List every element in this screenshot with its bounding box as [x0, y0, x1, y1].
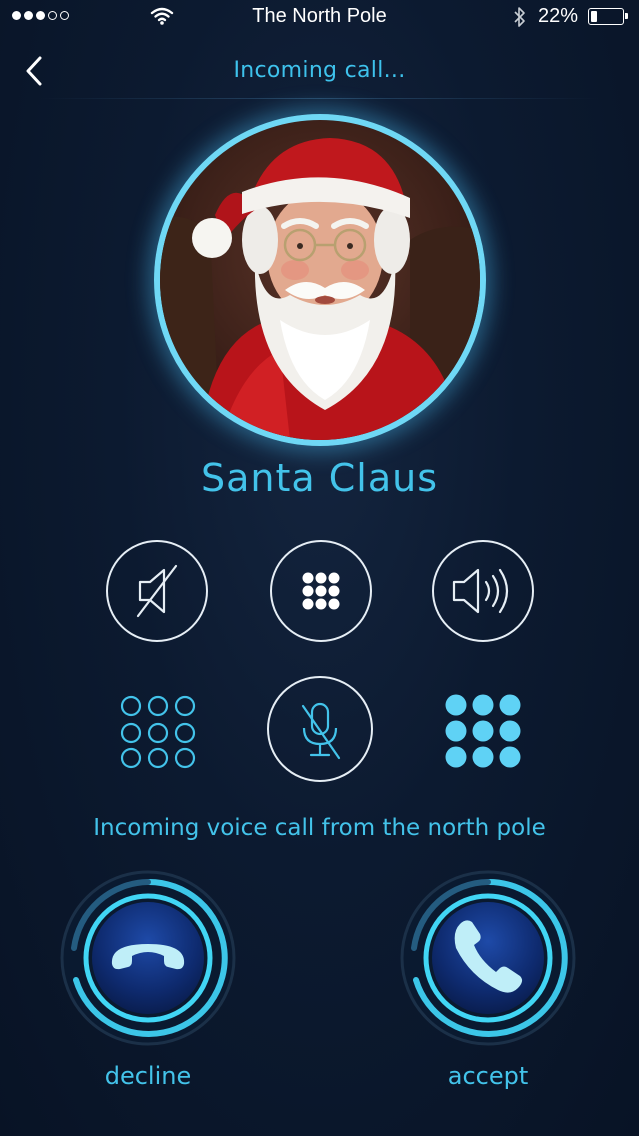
mute-speaker-button[interactable]	[106, 540, 208, 642]
bluetooth-icon	[514, 7, 525, 27]
mute-mic-icon	[301, 702, 341, 760]
decline-icon	[60, 870, 236, 1046]
mute-mic-button[interactable]	[267, 676, 373, 782]
page-title: Incoming call...	[233, 58, 406, 83]
speaker-icon	[452, 568, 509, 614]
accept-icon	[400, 870, 576, 1046]
keypad-outline-button[interactable]	[117, 692, 199, 774]
accept-label: accept	[447, 1062, 529, 1090]
decline-button[interactable]	[60, 870, 236, 1046]
keypad-filled-button[interactable]	[443, 692, 525, 774]
status-bar: The North Pole 22%	[0, 0, 639, 36]
caller-name: Santa Claus	[200, 456, 438, 500]
keypad-icon	[302, 572, 340, 610]
santa-claus-photo	[160, 138, 480, 440]
decline-label: decline	[104, 1062, 192, 1090]
nav-bar: Incoming call...	[0, 40, 639, 100]
speaker-button[interactable]	[432, 540, 534, 642]
keypad-outline-icon	[120, 695, 196, 769]
battery-percentage: 22%	[538, 5, 579, 27]
keypad-button[interactable]	[270, 540, 372, 642]
keypad-filled-icon	[445, 694, 521, 768]
call-status-message: Incoming voice call from the north pole	[93, 815, 546, 841]
battery-icon	[588, 8, 628, 25]
caller-avatar	[154, 114, 486, 446]
accept-button[interactable]	[400, 870, 576, 1046]
divider	[40, 98, 599, 99]
mute-speaker-icon	[136, 564, 178, 618]
